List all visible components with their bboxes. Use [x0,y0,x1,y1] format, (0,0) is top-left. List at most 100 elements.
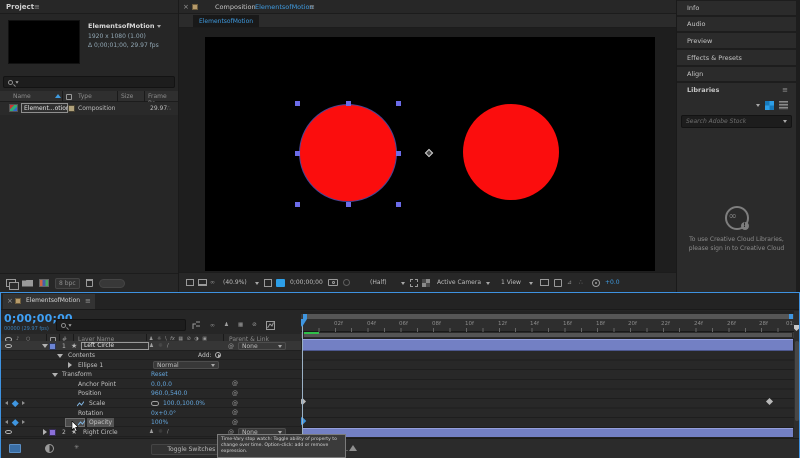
chevron-down-icon[interactable] [401,282,405,285]
collapse-switch[interactable]: ☼ [158,343,163,349]
previous-keyframe-icon[interactable] [5,401,8,405]
property-row-ellipse[interactable]: Ellipse 1 Normal [1,360,301,370]
tab-composition[interactable]: Composition [215,3,256,11]
panel-tab-audio[interactable]: Audio [677,17,796,31]
panel-tab-info[interactable]: Info [677,1,796,15]
camera-view-popup[interactable]: Active Camera [437,279,481,286]
layer-name-box[interactable]: Left Circle [81,342,149,351]
twirl-open-icon[interactable] [42,344,48,348]
layer2-duration-bar[interactable] [303,428,793,437]
rotation-value[interactable]: 0x+0.0° [151,410,176,417]
twirl-closed-icon[interactable] [43,429,47,435]
expression-icon[interactable]: @ [232,390,238,397]
keyframe-toggle-icon[interactable] [12,400,18,406]
region-of-interest-icon[interactable] [410,279,418,287]
layer-switches[interactable]: ♟ ☼ / [149,429,169,435]
selection-handle[interactable] [295,202,300,207]
composition-stage[interactable] [205,37,655,271]
in-out-duration-pane-icon[interactable]: ✳ [74,444,79,451]
close-panel-icon[interactable]: × [183,3,189,11]
playhead-handle[interactable] [301,319,307,327]
quality-switch[interactable]: / [167,429,169,435]
delete-trash-icon[interactable] [86,279,93,287]
constrain-proportions-icon[interactable] [151,401,159,406]
shy-switch[interactable]: ♟ [149,343,154,349]
grid-guides-icon[interactable] [264,279,272,287]
snapshot-stack-icon[interactable] [186,279,194,286]
column-type[interactable]: Type [78,93,92,100]
viewer-tab-active[interactable]: ElementsofMotion [193,15,259,27]
shared-view-icon[interactable] [540,279,549,286]
project-item-thumbnail[interactable] [8,20,80,64]
anchor-point-value[interactable]: 0.0,0.0 [151,381,172,388]
property-row-rotation[interactable]: Rotation 0x+0.0° @ [1,408,301,418]
panel-tab-effects-presets[interactable]: Effects & Presets [677,50,796,65]
timeline-search-input[interactable] [56,319,186,331]
panel-menu-icon[interactable]: ≡ [85,297,91,305]
snapshot-camera-icon[interactable] [328,279,338,286]
new-composition-icon[interactable] [39,279,49,287]
vertical-scrollbar[interactable] [795,341,799,421]
expression-icon[interactable]: @ [232,409,238,416]
selection-handle[interactable] [396,151,401,156]
label-color-swatch[interactable] [68,105,75,112]
layer-row-left-circle[interactable]: 1 ★ Left Circle ♟ ☼ / @ None [1,341,301,351]
expression-icon[interactable]: @ [232,400,238,407]
layer2-name[interactable]: Right Circle [83,429,118,436]
previous-keyframe-icon[interactable] [5,420,8,424]
time-ruler[interactable]: 02f 04f 06f 08f 10f 12f 14f 16f 18f 20f … [301,319,794,332]
selection-handle[interactable] [295,151,300,156]
view-layout-popup[interactable]: 1 View [501,279,521,286]
selection-handle[interactable] [346,202,351,207]
list-view-icon[interactable] [779,101,788,110]
blend-mode-dropdown[interactable]: Normal [153,361,219,369]
sort-ascending-icon[interactable] [55,94,61,98]
transparency-grid-icon[interactable] [422,279,430,287]
right-circle-shape[interactable] [463,104,559,200]
add-property-icon[interactable] [215,352,221,358]
quality-switch[interactable]: / [167,343,169,349]
parent-dropdown[interactable]: None [238,342,286,350]
vr-goggles-icon[interactable]: ∞ [210,279,215,286]
comp-marker-bin-icon[interactable] [794,325,799,331]
mask-visibility-icon[interactable] [276,279,285,287]
layer-color-swatch[interactable] [49,343,56,350]
magnification-popup[interactable]: (40.9%) [223,279,247,286]
property-row-transform[interactable]: Transform Reset [1,370,301,380]
project-item-name[interactable]: ElementsofMotion [88,22,155,30]
pixel-aspect-correction-icon[interactable] [554,279,562,287]
twirl-open-icon[interactable] [52,373,58,377]
hide-shy-layers-icon[interactable]: ♟ [224,322,229,328]
tab-composition-name[interactable]: ElementsofMotion [255,3,314,11]
zoom-in-icon[interactable] [349,445,357,451]
exposure-value[interactable]: +0.0 [605,279,620,286]
viewer-timecode[interactable]: 0;00;00;00 [290,279,323,286]
label-column-icon[interactable] [66,94,72,100]
panel-menu-icon[interactable]: ≡ [309,3,315,11]
panel-tab-preview[interactable]: Preview [677,33,796,48]
shy-switch[interactable]: ♟ [149,429,154,435]
layer-switches[interactable]: ♟ ☼ / [149,343,169,349]
project-item-name-box[interactable]: Element...otion [21,103,68,113]
bit-depth-button[interactable]: 8 bpc [55,278,80,289]
panel-tab-align[interactable]: Align [677,67,796,81]
column-name[interactable]: Name [13,93,31,100]
selection-handle[interactable] [396,202,401,207]
expression-icon[interactable]: @ [232,419,238,426]
chevron-down-icon[interactable] [157,25,161,28]
graph-toggle-icon[interactable] [77,401,84,407]
keyframe-toggle-icon[interactable] [12,419,18,425]
expression-icon[interactable]: @ [232,380,238,387]
eye-icon[interactable] [5,344,12,349]
layer1-duration-bar[interactable] [303,339,793,351]
left-circle-shape[interactable] [300,105,396,201]
selection-handle[interactable] [396,101,401,106]
libraries-search-input[interactable]: Search Adobe Stock [681,115,792,128]
property-row-anchor-point[interactable]: Anchor Point 0.0,0.0 @ [1,379,301,389]
composition-mini-flowchart-icon[interactable] [192,321,201,330]
anchor-point-icon[interactable] [425,149,433,157]
property-row-scale[interactable]: Scale 100.0,100.0% @ [1,399,301,409]
collapse-switch[interactable]: ☼ [158,429,163,435]
resolution-popup[interactable]: (Half) [370,279,387,286]
opacity-value[interactable]: 100% [151,419,168,426]
